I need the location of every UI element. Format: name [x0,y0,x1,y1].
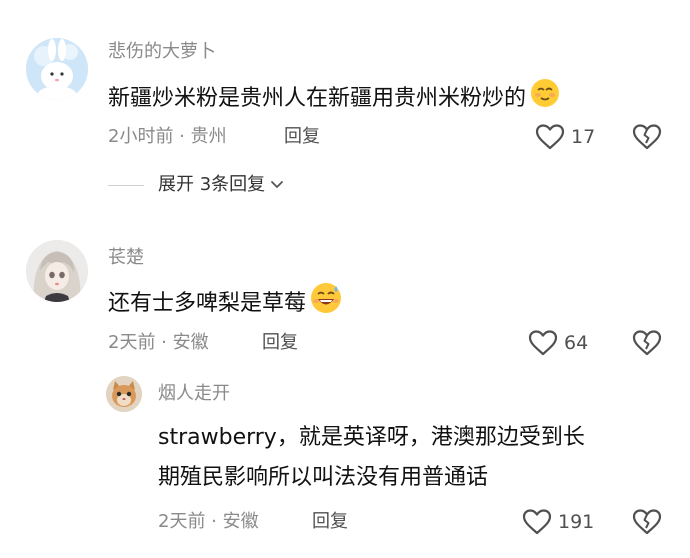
like-count: 191 [558,511,595,533]
heart-outline-icon [522,509,552,535]
like-count: 17 [571,126,596,148]
chevron-down-icon [271,181,284,188]
avatar[interactable] [26,240,88,302]
reply-meta: 2天前 · 安徽 [158,511,259,532]
expand-replies-button[interactable]: 展开 3条回复 [108,173,285,197]
grinning-sweat-emoji [310,282,342,326]
avatar[interactable] [106,376,142,412]
comment-meta: 2天前 · 安徽 [108,332,209,353]
cartoon-rabbit-icon [26,38,88,100]
anime-girl-icon [26,240,88,302]
comment-text: 新疆炒米粉是贵州人在新疆用贵州米粉炒的 [108,78,560,120]
broken-heart-icon [632,509,662,535]
reply-button[interactable]: 回复 [284,125,320,149]
comment-text-content: 新疆炒米粉是贵州人在新疆用贵州米粉炒的 [108,86,527,111]
like-count: 64 [564,332,589,354]
comment-username[interactable]: 悲伤的大萝卜 [108,40,216,64]
like-button[interactable]: 191 [522,509,594,535]
comment-text-content: 还有士多啤梨是草莓 [108,291,307,316]
reply-username[interactable]: 烟人走开 [158,382,230,406]
reply-button[interactable]: 回复 [312,510,348,534]
reply-text-line-2: 期殖民影响所以叫法没有用普通话 [158,465,489,490]
comment-meta: 2小时前 · 贵州 [108,126,227,147]
heart-outline-icon [535,124,565,150]
comment-username[interactable]: 苌楚 [108,246,144,270]
smiling-face-emoji [530,78,560,120]
dislike-button[interactable] [632,509,662,539]
cat-icon [106,376,142,412]
reply-button[interactable]: 回复 [262,331,298,355]
broken-heart-icon [632,330,662,356]
comment-text: 还有士多啤梨是草莓 [108,282,342,326]
broken-heart-icon [632,124,662,150]
like-button[interactable]: 17 [535,124,595,150]
avatar[interactable] [26,38,88,100]
expand-replies-label: 展开 3条回复 [158,174,266,195]
heart-outline-icon [528,330,558,356]
like-button[interactable]: 64 [528,330,588,356]
dislike-button[interactable] [632,124,662,154]
divider [108,184,144,186]
dislike-button[interactable] [632,330,662,360]
reply-text-line-1: strawberry，就是英译呀，港澳那边受到长 [158,425,585,450]
